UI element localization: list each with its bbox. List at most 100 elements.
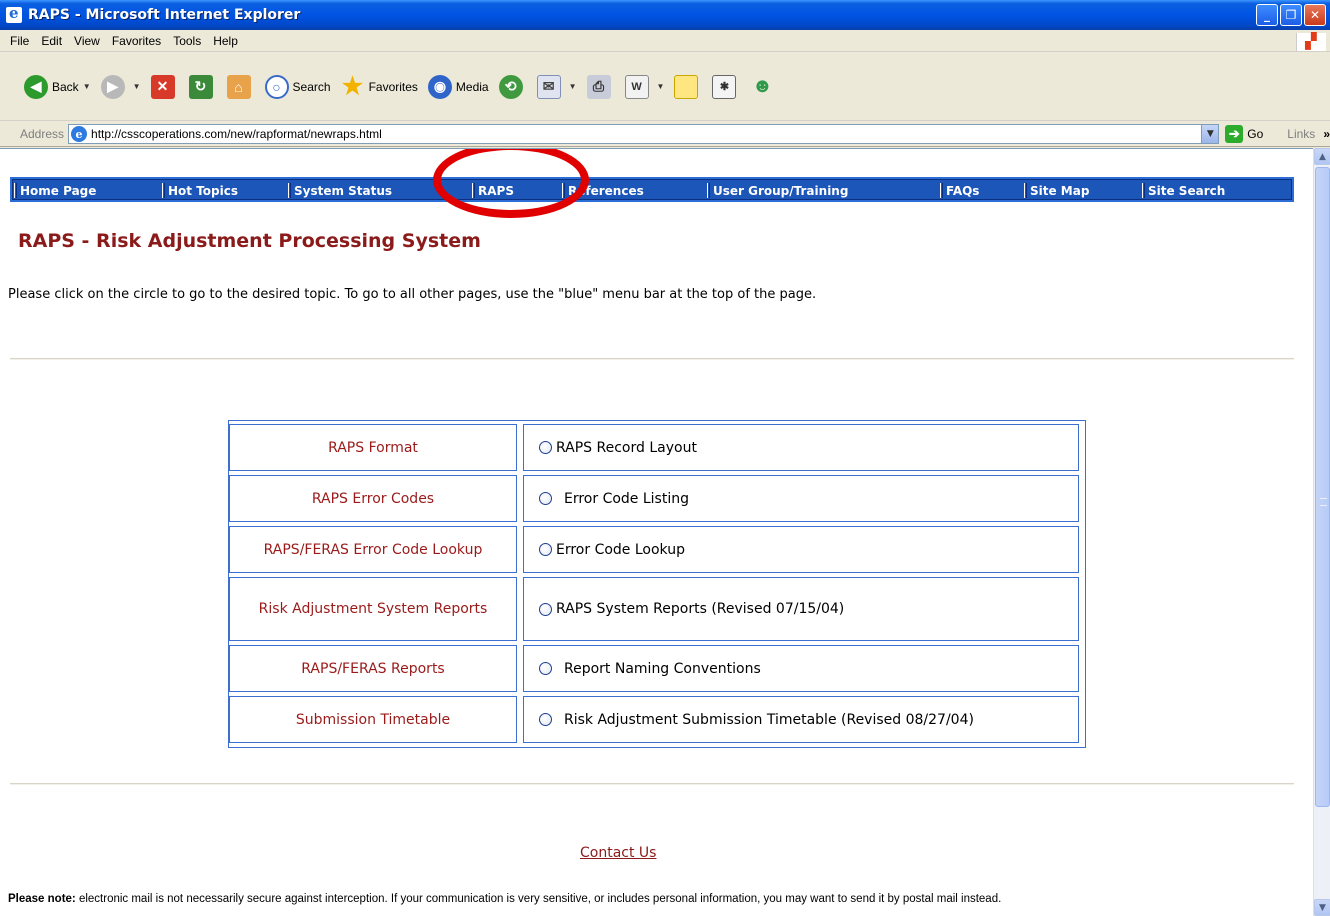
forward-arrow-icon: ▶ [100, 74, 125, 99]
contact-us-link[interactable]: Contact Us [580, 845, 656, 861]
radio-button[interactable] [539, 602, 552, 616]
print-button[interactable]: ⎙ [586, 74, 615, 99]
scrollbar-thumb[interactable] [1315, 167, 1330, 807]
option-report-naming-conventions[interactable]: Report Naming Conventions [523, 645, 1079, 692]
nav-home-page[interactable]: Home Page [14, 182, 96, 199]
forward-button[interactable]: ▶ ▼ [100, 74, 141, 99]
nav-faqs[interactable]: FAQs [940, 182, 979, 199]
favorites-label: Favorites [368, 79, 418, 94]
media-button[interactable]: ◉ Media [427, 74, 489, 99]
nav-site-map[interactable]: Site Map [1024, 182, 1089, 199]
window-controls: _ ❐ ✕ [1256, 4, 1326, 26]
chevron-down-icon[interactable]: ▼ [657, 82, 665, 91]
home-button[interactable]: ⌂ [226, 74, 255, 99]
close-button[interactable]: ✕ [1304, 4, 1326, 26]
option-label: Risk Adjustment Submission Timetable (Re… [564, 711, 974, 728]
windows-logo-icon [1296, 32, 1326, 51]
media-globe-icon: ◉ [427, 74, 452, 99]
topic-submission-timetable: Submission Timetable [229, 696, 517, 743]
address-input[interactable]: e http://csscoperations.com/new/rapforma… [68, 124, 1220, 144]
intro-text: Please click on the circle to go to the … [8, 287, 817, 302]
topic-raps-error-codes: RAPS Error Codes [229, 475, 517, 522]
chevron-down-icon[interactable]: ▼ [133, 82, 141, 91]
option-submission-timetable[interactable]: Risk Adjustment Submission Timetable (Re… [523, 696, 1079, 743]
edit-button[interactable]: W ▼ [624, 74, 665, 99]
chevron-right-icon[interactable]: » [1323, 127, 1330, 141]
discuss-button[interactable] [674, 74, 702, 99]
search-label: Search [292, 79, 331, 94]
address-label: Address [20, 127, 65, 141]
menu-tools[interactable]: Tools [173, 34, 201, 48]
nav-raps[interactable]: RAPS [472, 182, 514, 199]
search-button[interactable]: ○ Search [264, 74, 331, 99]
option-label: Report Naming Conventions [564, 660, 761, 677]
nav-system-status[interactable]: System Status [288, 182, 392, 199]
radio-button[interactable] [539, 662, 552, 675]
history-button[interactable]: ⟲ [498, 74, 527, 99]
go-button[interactable]: ➔ Go [1225, 125, 1263, 143]
nav-hot-topics[interactable]: Hot Topics [162, 182, 238, 199]
nav-site-search[interactable]: Site Search [1142, 182, 1225, 199]
history-icon: ⟲ [498, 74, 523, 99]
option-label: Error Code Listing [564, 490, 689, 507]
back-arrow-icon: ◀ [24, 74, 48, 99]
refresh-button[interactable]: ↻ [188, 74, 217, 99]
window-title-bar[interactable]: RAPS - Microsoft Internet Explorer _ ❐ ✕ [0, 0, 1330, 30]
option-error-code-lookup[interactable]: Error Code Lookup [523, 526, 1079, 573]
menu-help[interactable]: Help [213, 34, 238, 48]
topic-risk-adjustment-system-reports: Risk Adjustment System Reports [229, 577, 517, 641]
note-label: Please note: [8, 893, 76, 905]
printer-icon: ⎙ [586, 74, 611, 99]
topic-raps-format: RAPS Format [229, 424, 517, 471]
menu-view[interactable]: View [74, 34, 100, 48]
security-note: Please note: electronic mail is not nece… [8, 890, 1298, 909]
stop-button[interactable]: ✕ [150, 74, 179, 99]
ie-app-icon [6, 4, 22, 23]
refresh-icon: ↻ [188, 74, 213, 99]
chevron-down-icon[interactable]: ▼ [83, 82, 91, 91]
chevron-down-icon[interactable]: ▼ [1201, 125, 1219, 143]
vertical-scrollbar[interactable]: ▲ ▼ [1313, 148, 1330, 916]
radio-button[interactable] [539, 543, 552, 556]
topic-raps-feras-reports: RAPS/FERAS Reports [229, 645, 517, 692]
radio-button[interactable] [539, 441, 552, 454]
scroll-up-icon[interactable]: ▲ [1314, 148, 1330, 165]
grip-icon [1320, 498, 1327, 506]
option-raps-record-layout[interactable]: RAPS Record Layout [523, 424, 1079, 471]
topics-table: RAPS Format RAPS Record Layout RAPS Erro… [228, 420, 1086, 748]
word-edit-icon: W [624, 74, 649, 99]
search-icon: ○ [264, 74, 289, 99]
favorites-button[interactable]: ★ Favorites [341, 73, 418, 100]
mail-button[interactable]: ✉ ▼ [536, 74, 577, 99]
radio-button[interactable] [539, 492, 552, 505]
back-button[interactable]: ◀ Back ▼ [24, 74, 91, 99]
option-label: Error Code Lookup [556, 541, 685, 558]
menu-favorites[interactable]: Favorites [112, 34, 161, 48]
page-title: RAPS - Risk Adjustment Processing System [18, 230, 481, 252]
page-icon: e [71, 126, 88, 142]
minimize-button[interactable]: _ [1256, 4, 1278, 26]
page-viewport: Home Page Hot Topics System Status RAPS … [0, 148, 1313, 916]
option-raps-system-reports[interactable]: RAPS System Reports (Revised 07/15/04) [523, 577, 1079, 641]
messenger-button[interactable]: ☻ [750, 75, 778, 99]
star-icon: ★ [341, 73, 364, 100]
option-error-code-listing[interactable]: Error Code Listing [523, 475, 1079, 522]
menu-edit[interactable]: Edit [41, 34, 62, 48]
links-label: Links [1287, 127, 1316, 141]
address-url[interactable]: http://csscoperations.com/new/rapformat/… [91, 127, 382, 141]
nav-user-group-training[interactable]: User Group/Training [707, 182, 848, 199]
window-title: RAPS - Microsoft Internet Explorer [28, 7, 301, 23]
chevron-down-icon[interactable]: ▼ [569, 82, 577, 91]
home-icon: ⌂ [226, 74, 251, 99]
scroll-down-icon[interactable]: ▼ [1314, 899, 1330, 916]
site-nav-bar: Home Page Hot Topics System Status RAPS … [10, 177, 1294, 202]
research-button[interactable]: ✱ [712, 74, 740, 99]
nav-references[interactable]: References [562, 182, 644, 199]
links-toolbar[interactable]: Links » [1287, 127, 1330, 141]
restore-button[interactable]: ❐ [1280, 4, 1302, 26]
menu-file[interactable]: File [10, 34, 29, 48]
option-label: RAPS Record Layout [556, 439, 697, 456]
radio-button[interactable] [539, 713, 552, 726]
divider [10, 783, 1294, 785]
go-arrow-icon: ➔ [1225, 125, 1244, 143]
